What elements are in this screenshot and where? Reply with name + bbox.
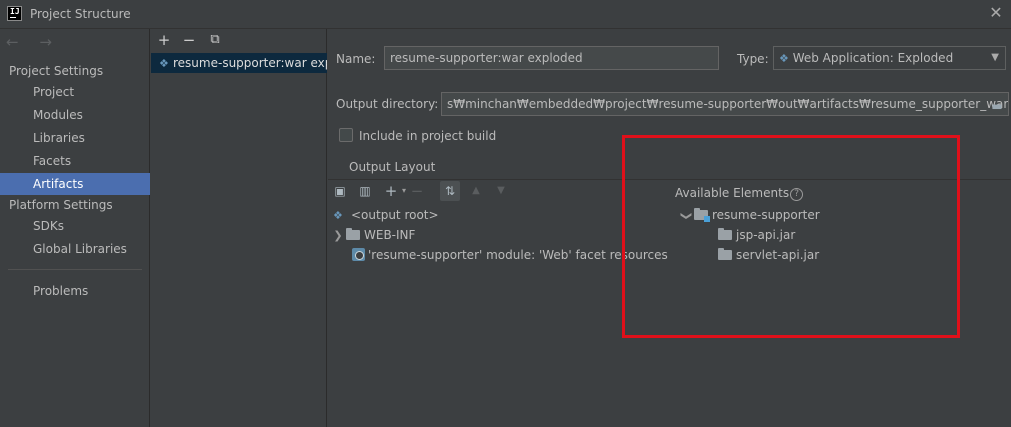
- nav-divider: [8, 269, 142, 270]
- nav-item-modules[interactable]: Modules: [0, 104, 150, 126]
- intellij-logo-icon: IJ: [7, 6, 22, 21]
- move-down-icon[interactable]: ▼: [491, 181, 511, 201]
- remove-artifact-button[interactable]: −: [180, 31, 198, 49]
- name-label: Name:: [336, 52, 376, 66]
- tree-item-output-root[interactable]: ❖ <output root>: [333, 205, 439, 225]
- artifact-label: resume-supporter:war exploded: [173, 56, 327, 70]
- output-layout-tab[interactable]: Output Layout: [349, 160, 435, 174]
- tree-item-jar[interactable]: servlet-api.jar: [718, 245, 819, 265]
- name-field[interactable]: resume-supporter:war exploded: [384, 46, 719, 70]
- settings-nav: ← → Project Settings Project Modules Lib…: [0, 29, 150, 427]
- nav-item-artifacts[interactable]: Artifacts: [0, 173, 150, 195]
- tree-item-facet-resources[interactable]: 'resume-supporter' module: 'Web' facet r…: [352, 245, 668, 265]
- web-app-icon: ❖: [779, 52, 789, 65]
- window-title: Project Structure: [30, 7, 131, 21]
- title-bar: IJ Project Structure ✕: [0, 0, 1011, 29]
- artifacts-list-panel: + − ⧉ ❖ resume-supporter:war exploded: [151, 29, 327, 427]
- artifact-details-panel: Name: resume-supporter:war exploded Type…: [328, 29, 1011, 427]
- close-icon[interactable]: ✕: [987, 4, 1005, 22]
- output-root-label: <output root>: [351, 208, 439, 222]
- project-settings-header: Project Settings: [9, 64, 104, 78]
- tree-item-web-inf[interactable]: ❯ WEB-INF: [330, 225, 415, 245]
- folder-icon: [346, 228, 360, 240]
- tree-item-module[interactable]: ❯ resume-supporter: [678, 205, 820, 225]
- output-root-icon: ❖: [333, 209, 343, 222]
- sort-elements-icon[interactable]: ⇅: [440, 181, 460, 201]
- back-forward-arrows[interactable]: ← →: [6, 33, 60, 51]
- include-in-build-checkbox[interactable]: [339, 128, 353, 142]
- help-icon[interactable]: ?: [790, 188, 804, 201]
- jar-folder-icon: [718, 228, 732, 240]
- browse-folder-icon[interactable]: ▬: [989, 95, 1005, 113]
- tree-item-jar[interactable]: jsp-api.jar: [718, 225, 795, 245]
- output-directory-value: s₩minchan₩embedded₩project₩resume-suppor…: [447, 97, 1009, 111]
- jar-label: jsp-api.jar: [736, 228, 796, 242]
- output-layout-toolbar: ▣ ▥ + ▾ − ⇅ ▲ ▼: [328, 180, 1011, 202]
- type-select-value: Web Application: Exploded: [792, 51, 954, 65]
- create-directory-icon[interactable]: ▣: [330, 181, 350, 201]
- nav-item-facets[interactable]: Facets: [0, 150, 150, 172]
- jar-label: servlet-api.jar: [736, 248, 820, 262]
- jar-folder-icon: [718, 248, 732, 260]
- add-artifact-button[interactable]: +: [155, 31, 173, 49]
- type-label: Type:: [737, 52, 769, 66]
- remove-element-icon[interactable]: −: [407, 181, 427, 201]
- web-facet-icon: [352, 248, 365, 261]
- nav-item-global-libraries[interactable]: Global Libraries: [0, 238, 150, 260]
- artifacts-toolbar: + − ⧉: [151, 29, 327, 51]
- nav-item-libraries[interactable]: Libraries: [0, 127, 150, 149]
- move-up-icon[interactable]: ▲: [466, 181, 486, 201]
- available-elements-title: Available Elements: [675, 186, 790, 200]
- create-archive-icon[interactable]: ▥: [355, 181, 375, 201]
- include-in-build-label: Include in project build: [359, 129, 497, 143]
- artifact-list-item[interactable]: ❖ resume-supporter:war exploded: [151, 53, 327, 73]
- nav-item-project[interactable]: Project: [0, 81, 150, 103]
- available-elements-header: Available Elements?: [675, 186, 804, 201]
- copy-artifact-button[interactable]: ⧉: [206, 31, 224, 49]
- module-folder-icon: [694, 208, 710, 222]
- module-label: resume-supporter: [712, 208, 820, 222]
- output-directory-field[interactable]: s₩minchan₩embedded₩project₩resume-suppor…: [441, 92, 1009, 116]
- nav-item-problems[interactable]: Problems: [0, 280, 150, 302]
- nav-item-sdks[interactable]: SDKs: [0, 215, 150, 237]
- platform-settings-header: Platform Settings: [9, 198, 113, 212]
- web-inf-label: WEB-INF: [364, 228, 416, 242]
- facet-resources-label: 'resume-supporter' module: 'Web' facet r…: [368, 248, 668, 262]
- chevron-down-icon: ▼: [991, 52, 999, 63]
- type-select[interactable]: ❖ Web Application: Exploded ▼: [773, 46, 1006, 70]
- output-directory-label: Output directory:: [336, 97, 439, 111]
- chevron-down-icon[interactable]: ❯: [676, 208, 696, 224]
- chevron-right-icon[interactable]: ❯: [330, 226, 346, 246]
- artifact-icon: ❖: [159, 57, 169, 70]
